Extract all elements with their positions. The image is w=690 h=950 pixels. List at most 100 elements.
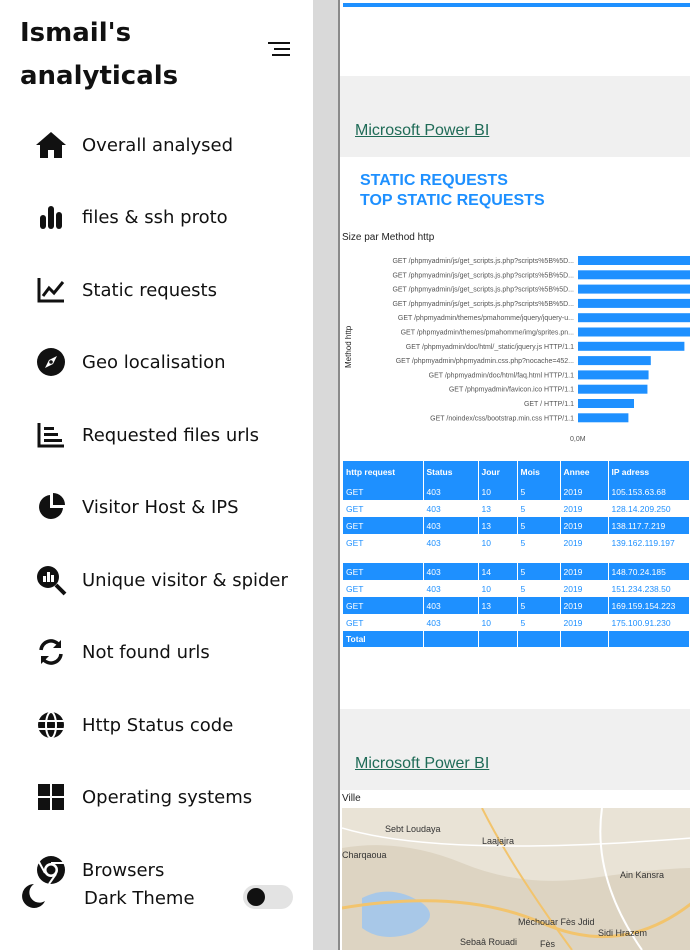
top-panel (340, 0, 690, 76)
table-row[interactable]: GET 403 14 5 2019 148.70.24.185 (343, 563, 690, 580)
table-cell: 2019 (560, 580, 609, 597)
chart-xtick: 0,0M (570, 436, 586, 443)
windows-icon (34, 780, 68, 814)
table-row[interactable]: GET 403 10 5 2019 175.100.91.230 (343, 614, 690, 631)
col-header[interactable]: Annee (560, 461, 609, 483)
chart-category-label: GET /phpmyadmin/doc/html/_static/jquery.… (406, 344, 574, 351)
menu-toggle-icon[interactable] (268, 42, 290, 58)
sidebar-item-label: files & ssh proto (82, 206, 228, 228)
table-cell (478, 551, 518, 563)
chart-bar[interactable] (578, 370, 649, 380)
chart-bar[interactable] (578, 313, 690, 323)
chart-category-label: GET /noindex/css/bootstrap.min.css HTTP/… (430, 415, 574, 422)
col-header[interactable]: Status (423, 461, 479, 483)
top-table-edge (343, 3, 690, 7)
sidebar-item-visitor-host[interactable]: Visitor Host & IPS (34, 489, 304, 525)
map-place-label: Fès (540, 939, 556, 949)
size-by-method-chart: Size par Method http Method http GET /ph… (342, 232, 690, 443)
chart-category-label: GET /phpmyadmin/js/get_scripts.js.php?sc… (392, 287, 574, 294)
chart-bar[interactable] (578, 256, 690, 265)
table-row[interactable]: GET 403 13 5 2019 169.159.154.223 (343, 597, 690, 614)
sidebar-item-label: Geo localisation (82, 351, 226, 373)
map-place-label: Laajajra (482, 836, 514, 846)
chart-category-label: GET /phpmyadmin/themes/pmahomme/img/spri… (401, 330, 574, 337)
chart-bar[interactable] (578, 284, 690, 294)
map-place-label: Sebt Loudaya (385, 824, 441, 834)
col-header[interactable]: Jour (478, 461, 518, 483)
table-cell: 14 (478, 563, 518, 580)
dark-theme-row: Dark Theme (20, 878, 300, 918)
table-cell (423, 631, 479, 647)
table-cell (517, 631, 561, 647)
table-cell: 2019 (560, 614, 609, 631)
toggle-knob (247, 888, 265, 906)
home-icon (34, 128, 68, 162)
sidebar-item-operating-systems[interactable]: Operating systems (34, 779, 304, 815)
table-cell (608, 631, 690, 647)
table-cell: 403 (423, 534, 479, 551)
table-cell: 5 (517, 483, 561, 500)
sidebar-item-label: Static requests (82, 279, 217, 301)
table-cell: 5 (517, 580, 561, 597)
table-cell: GET (343, 483, 424, 500)
chart-bar[interactable] (578, 327, 690, 337)
chart-bar[interactable] (578, 356, 651, 366)
dark-theme-label: Dark Theme (84, 888, 195, 909)
chart-category-label: GET /phpmyadmin/js/get_scripts.js.php?sc… (392, 272, 574, 279)
dark-theme-toggle[interactable] (243, 885, 293, 909)
chart-category-label: GET /phpmyadmin/doc/html/faq.html HTTP/1… (429, 372, 574, 379)
line-chart-icon (34, 273, 68, 307)
table-row[interactable]: GET 403 10 5 2019 139.162.119.197 (343, 534, 690, 551)
table-row[interactable]: GET 403 13 5 2019 138.117.7.219 (343, 517, 690, 534)
col-header[interactable]: Mois (517, 461, 561, 483)
compass-icon (34, 345, 68, 379)
sidebar-item-requested-files[interactable]: Requested files urls (34, 417, 304, 453)
col-header[interactable]: IP adress (608, 461, 690, 483)
sidebar-item-geo-localisation[interactable]: Geo localisation (34, 344, 304, 380)
table-cell: 5 (517, 597, 561, 614)
chart-bar[interactable] (578, 399, 634, 408)
map-view[interactable]: Sebt Loudaya Laajajra Charqaoua Ain Kansra M… (342, 808, 690, 950)
content-area: Microsoft Power BI STATIC REQUESTS TOP S… (340, 0, 690, 950)
chart-bar[interactable] (578, 298, 690, 308)
table-cell: 2019 (560, 517, 609, 534)
sidebar-item-overall-analysed[interactable]: Overall analysed (34, 127, 304, 163)
sidebar-item-static-requests[interactable]: Static requests (34, 272, 304, 308)
table-cell: 175.100.91.230 (608, 614, 690, 631)
table-cell: GET (343, 534, 424, 551)
sidebar: Ismail's analyticals Overall analysed fi… (0, 0, 313, 950)
table-cell: 10 (478, 483, 518, 500)
sidebar-item-label: Overall analysed (82, 134, 234, 156)
table-cell: GET (343, 614, 424, 631)
table-cell (343, 551, 424, 563)
chart-bar[interactable] (578, 270, 690, 280)
power-bi-link-2[interactable]: Microsoft Power BI (355, 755, 489, 773)
sidebar-item-label: Http Status code (82, 714, 234, 736)
table-row[interactable]: GET 403 10 5 2019 151.234.238.50 (343, 580, 690, 597)
sidebar-item-unique-visitor[interactable]: Unique visitor & spider (34, 562, 304, 598)
map-place-label: Sidi Hrazem (598, 928, 647, 938)
chart-bar[interactable] (578, 413, 629, 423)
power-bi-link-1[interactable]: Microsoft Power BI (355, 122, 489, 140)
chart-bar[interactable] (578, 384, 648, 394)
table-row[interactable]: GET 403 10 5 2019 105.153.63.68 (343, 483, 690, 500)
table-cell: 169.159.154.223 (608, 597, 690, 614)
chart-category-label: GET / HTTP/1.1 (524, 401, 574, 408)
report-title-line2: TOP STATIC REQUESTS (360, 192, 545, 209)
chart-title: Size par Method http (342, 232, 435, 243)
table-cell: 403 (423, 517, 479, 534)
sidebar-item-files-ssh[interactable]: files & ssh proto (34, 199, 304, 235)
table-cell: GET (343, 580, 424, 597)
col-header[interactable]: http request (343, 461, 424, 483)
table-cell: 2019 (560, 597, 609, 614)
table-row[interactable]: GET 403 13 5 2019 128.14.209.250 (343, 500, 690, 517)
chart-category-label: GET /phpmyadmin/js/get_scripts.js.php?sc… (392, 258, 574, 265)
sidebar-item-not-found[interactable]: Not found urls (34, 634, 304, 670)
chart-bar[interactable] (578, 341, 685, 351)
moon-icon (20, 882, 46, 914)
sidebar-item-label: Requested files urls (82, 424, 260, 446)
map-place-label: Méchouar Fès Jdid (518, 917, 595, 927)
chart-category-label: GET /phpmyadmin/themes/pmahomme/jquery/j… (398, 315, 574, 322)
sidebar-item-http-status[interactable]: Http Status code (34, 707, 304, 743)
table-cell: 105.153.63.68 (608, 483, 690, 500)
